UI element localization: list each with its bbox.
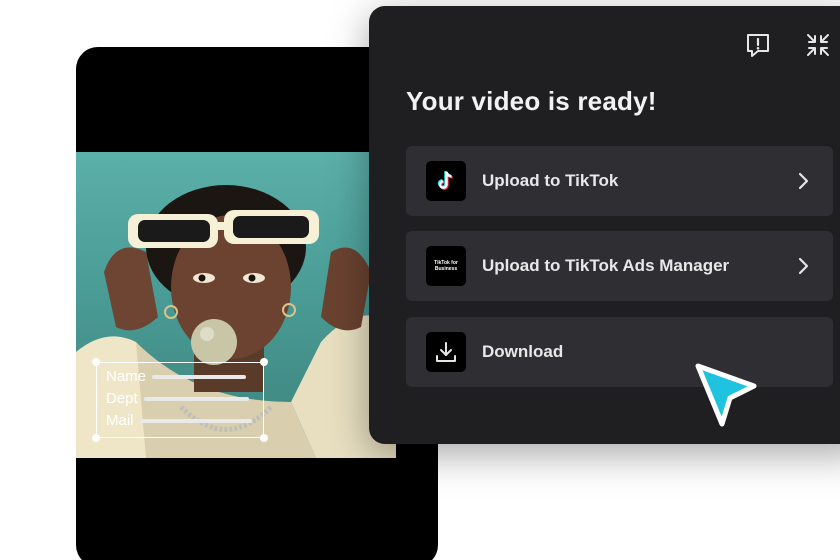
- panel-title: Your video is ready!: [406, 86, 657, 116]
- overlay-field-name: Name: [106, 368, 247, 386]
- overlay-field-placeholder-line: [139, 419, 252, 423]
- option-label: Upload to TikTok Ads Manager: [482, 256, 730, 275]
- text-overlay-box[interactable]: Name Dept Mail: [92, 358, 268, 442]
- option-label: Download: [482, 342, 564, 361]
- overlay-field-label: Name: [106, 368, 147, 385]
- download-icon: [426, 332, 466, 372]
- feedback-button[interactable]: [743, 30, 773, 60]
- collapse-icon: [807, 34, 829, 56]
- chevron-right-icon: [798, 172, 809, 190]
- tiktok-for-business-wordmark: TikTok for Business: [434, 260, 458, 272]
- download-arrow-glyph: [436, 342, 456, 362]
- chevron-right-icon: [798, 257, 809, 275]
- overlay-field-label: Mail: [106, 412, 134, 429]
- resize-handle-bottom-right[interactable]: [260, 434, 268, 442]
- overlay-field-placeholder-line: [143, 397, 249, 401]
- tiktok-note-glyph: [437, 170, 453, 190]
- resize-handle-top-right[interactable]: [260, 358, 268, 366]
- resize-handle-top-left[interactable]: [92, 358, 100, 366]
- tiktok-for-business-logo-icon: TikTok for Business: [426, 246, 466, 286]
- export-panel: Your video is ready! Upload to TikTok Ti…: [369, 6, 840, 444]
- overlay-field-label: Dept: [106, 390, 138, 407]
- feedback-icon: [747, 34, 769, 57]
- upload-to-tiktok-option[interactable]: Upload to TikTok: [406, 146, 833, 216]
- overlay-field-mail: Mail: [106, 412, 252, 430]
- option-label: Upload to TikTok: [482, 171, 619, 190]
- overlay-field-dept: Dept: [106, 390, 249, 408]
- tiktok-logo-icon: [426, 161, 466, 201]
- upload-to-tiktok-ads-manager-option[interactable]: TikTok for Business Upload to TikTok Ads…: [406, 231, 833, 301]
- collapse-button[interactable]: [803, 30, 833, 60]
- overlay-field-placeholder-line: [152, 375, 247, 379]
- download-option[interactable]: Download: [406, 317, 833, 387]
- mouse-cursor-icon: [695, 363, 757, 427]
- resize-handle-bottom-left[interactable]: [92, 434, 100, 442]
